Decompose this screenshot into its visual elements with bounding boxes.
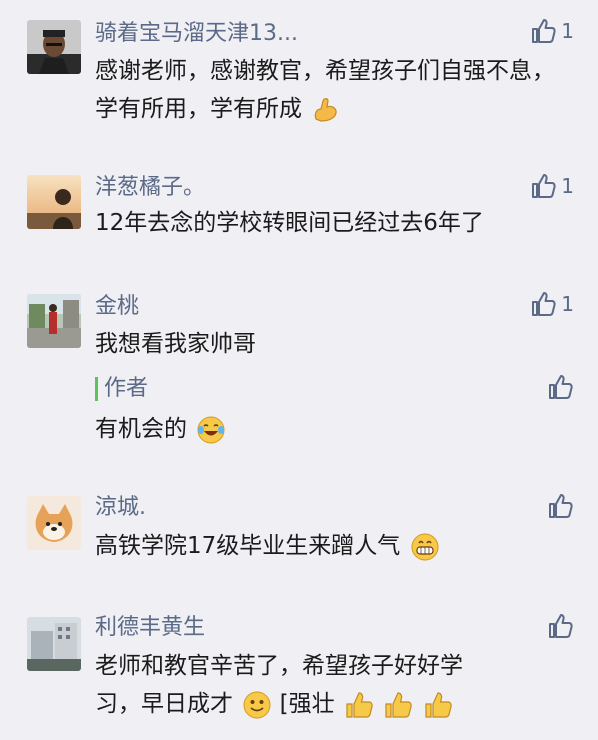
like-button[interactable] [546,492,574,520]
commenter-name[interactable]: 洋葱橘子。 [95,174,205,202]
commenter-name[interactable]: 金桃 [95,293,139,321]
commenter-name[interactable]: 骑着宝马溜天津13... [95,20,298,48]
like-button[interactable]: 1 [529,290,574,318]
shiba-dog-avatar [27,496,81,550]
thumbs-up-icon [549,494,573,518]
avatar[interactable] [27,294,81,348]
avatar[interactable] [27,496,81,550]
thumbs-up-icon [532,19,556,43]
man-portrait-avatar [27,20,81,74]
like-button[interactable]: 1 [529,172,574,200]
building-avatar [27,617,81,671]
comment-text: 高铁学院17级毕业生来蹭人气 [95,527,575,565]
sunset-silhouette-avatar [27,175,81,229]
avatar[interactable] [27,20,81,74]
thumbs-up-emoji [385,691,412,718]
commenter-name[interactable]: 涼城. [95,494,146,522]
comment-text: 感谢老师，感谢教官，希望孩子们自强不息，学有所用，学有所成 [95,52,575,128]
comment-text: 老师和教官辛苦了，希望孩子好好学 习，早日成才 [强壮 [95,647,575,723]
thumbs-up-icon [532,174,556,198]
thumbs-up-emoji [346,691,373,718]
laugh-cry-emoji [197,416,225,443]
thumbs-up-icon [549,614,573,638]
like-count: 1 [561,292,574,316]
street-scene-avatar [27,294,81,348]
commenter-name[interactable]: 利德丰黄生 [95,614,205,642]
comment-text: 12年去念的学校转眼间已经过去6年了 [95,210,484,236]
avatar[interactable] [27,617,81,671]
author-reply-text: 有机会的 [95,410,575,448]
author-reply-label: 作者 [104,376,149,401]
thumbs-up-icon [549,375,573,399]
like-button[interactable]: 1 [529,17,574,45]
reply-like-button[interactable] [546,373,574,401]
strong-arm-emoji [315,97,337,122]
like-count: 1 [561,19,574,43]
like-button[interactable] [546,612,574,640]
like-count: 1 [561,174,574,198]
reply-indicator-bar [95,377,98,401]
comment-text: 我想看我家帅哥 [95,331,256,357]
avatar[interactable] [27,175,81,229]
thumbs-up-icon [532,292,556,316]
grin-emoji [411,533,439,560]
smile-emoji [243,691,271,718]
thumbs-up-emoji [424,691,452,718]
